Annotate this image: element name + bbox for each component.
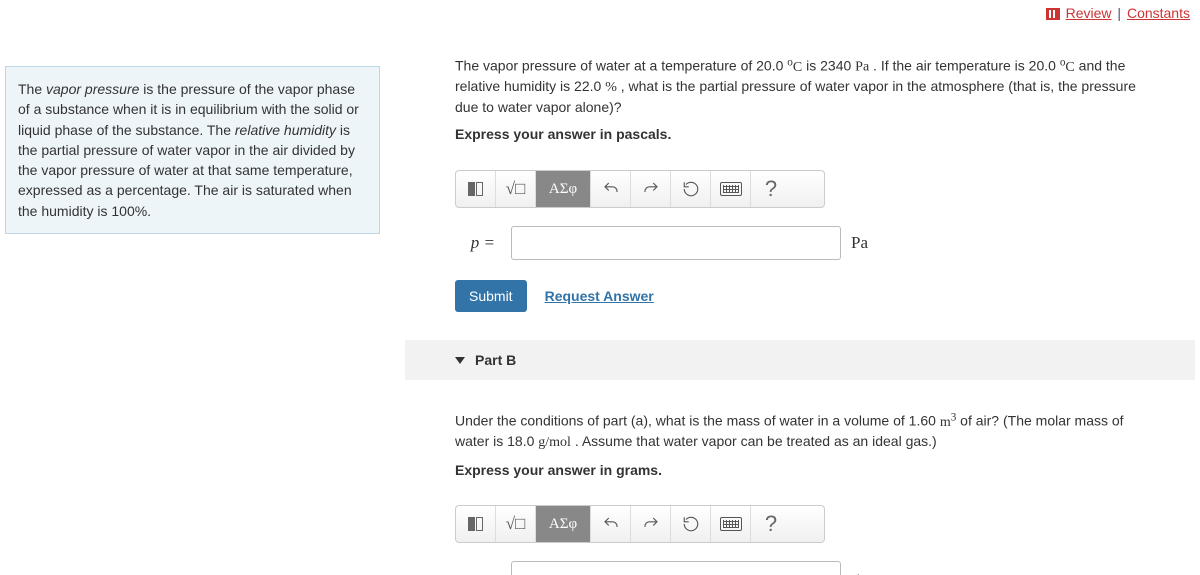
constants-link[interactable]: Constants (1127, 5, 1190, 21)
keyboard-icon[interactable] (711, 506, 751, 542)
part-b-header[interactable]: Part B (405, 340, 1195, 380)
request-answer-link[interactable]: Request Answer (545, 288, 654, 304)
separator: | (1117, 5, 1121, 21)
variable-label: m = (455, 568, 495, 575)
part-b-instruction: Express your answer in grams. (455, 461, 1145, 481)
part-b-label: Part B (475, 352, 516, 368)
answer-input-a[interactable] (511, 226, 841, 260)
definition-text: The vapor pressure is the pressure of th… (18, 81, 359, 219)
greek-button[interactable]: ΑΣφ (536, 171, 591, 207)
reset-icon[interactable] (671, 171, 711, 207)
equation-toolbar: √□ ΑΣφ ? (455, 170, 825, 208)
help-icon[interactable]: ? (751, 171, 791, 207)
help-icon[interactable]: ? (751, 506, 791, 542)
equation-toolbar-b: √□ ΑΣφ ? (455, 505, 825, 543)
review-icon (1046, 8, 1060, 20)
part-a-prompt: The vapor pressure of water at a tempera… (405, 25, 1195, 155)
format-icon[interactable] (456, 506, 496, 542)
definition-panel: The vapor pressure is the pressure of th… (5, 66, 380, 234)
redo-icon[interactable] (631, 171, 671, 207)
variable-label: p = (455, 233, 495, 253)
part-b-prompt: Under the conditions of part (a), what i… (405, 380, 1195, 490)
root-icon[interactable]: √□ (496, 506, 536, 542)
undo-icon[interactable] (591, 171, 631, 207)
answer-input-b[interactable] (511, 561, 841, 575)
root-icon[interactable]: √□ (496, 171, 536, 207)
keyboard-icon[interactable] (711, 171, 751, 207)
redo-icon[interactable] (631, 506, 671, 542)
format-icon[interactable] (456, 171, 496, 207)
review-link[interactable]: Review (1066, 5, 1112, 21)
part-a-instruction: Express your answer in pascals. (455, 125, 1145, 145)
reset-icon[interactable] (671, 506, 711, 542)
unit-label: Pa (851, 233, 868, 253)
chevron-down-icon (455, 357, 465, 364)
unit-label: g (851, 568, 860, 575)
undo-icon[interactable] (591, 506, 631, 542)
greek-button[interactable]: ΑΣφ (536, 506, 591, 542)
submit-button[interactable]: Submit (455, 280, 527, 312)
